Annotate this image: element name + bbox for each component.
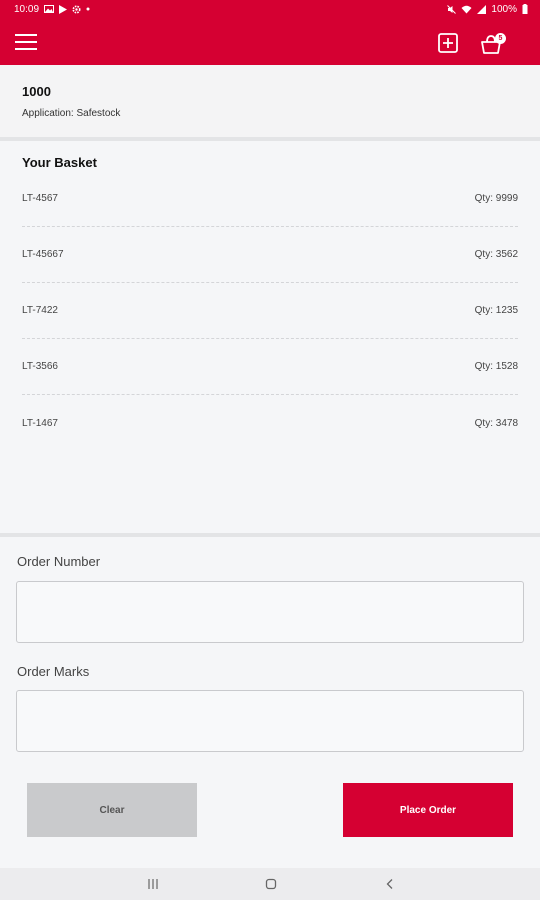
item-qty: Qty: 3562 [474, 249, 518, 260]
recents-icon[interactable] [143, 876, 163, 892]
basket-item[interactable]: LT-45667 Qty: 3562 [22, 227, 518, 283]
status-time: 10:09 [14, 3, 40, 15]
basket-item[interactable]: LT-1467 Qty: 3478 [22, 395, 518, 451]
settings-icon [72, 4, 81, 14]
mute-icon [447, 4, 457, 14]
menu-icon[interactable] [15, 32, 39, 52]
item-code: LT-3566 [22, 361, 58, 372]
battery-percent: 100% [491, 3, 517, 15]
item-qty: Qty: 1528 [474, 361, 518, 372]
basket-item[interactable]: LT-4567 Qty: 9999 [22, 171, 518, 227]
item-code: LT-4567 [22, 193, 58, 204]
order-number-label: Order Number [17, 554, 101, 569]
place-order-button[interactable]: Place Order [343, 783, 513, 837]
header-subtitle: Application: Safestock [22, 108, 121, 119]
basket-list: LT-4567 Qty: 9999 LT-45667 Qty: 3562 LT-… [22, 171, 518, 451]
clear-button[interactable]: Clear [27, 783, 197, 837]
status-bar: 10:09 100% [0, 0, 540, 18]
dot-icon [86, 7, 90, 11]
app-bar: 5 [0, 18, 540, 65]
cart-icon[interactable]: 5 [480, 31, 506, 55]
add-box-icon[interactable] [438, 33, 458, 53]
item-code: LT-7422 [22, 305, 58, 316]
item-qty: Qty: 3478 [474, 417, 518, 429]
gallery-icon [44, 5, 55, 13]
play-store-icon [59, 4, 68, 14]
system-nav-bar [0, 868, 540, 900]
order-header: 1000 Application: Safestock [0, 65, 540, 137]
basket-section: Your Basket LT-4567 Qty: 9999 LT-45667 Q… [0, 141, 540, 533]
cart-badge: 5 [495, 33, 506, 44]
item-code: LT-45667 [22, 249, 64, 260]
order-marks-field[interactable] [16, 690, 524, 752]
status-right: 100% [447, 4, 528, 15]
signal-icon [477, 4, 487, 14]
order-marks-label: Order Marks [17, 664, 90, 679]
item-code: LT-1467 [22, 417, 58, 429]
home-icon[interactable] [261, 876, 281, 892]
item-qty: Qty: 1235 [474, 305, 518, 316]
basket-item[interactable]: LT-3566 Qty: 1528 [22, 339, 518, 395]
battery-icon [522, 4, 528, 14]
item-qty: Qty: 9999 [474, 193, 518, 204]
status-left: 10:09 [14, 4, 90, 15]
order-number-field[interactable] [16, 581, 524, 643]
back-icon[interactable] [380, 876, 400, 892]
wifi-icon [461, 5, 472, 13]
basket-item[interactable]: LT-7422 Qty: 1235 [22, 283, 518, 339]
header-title: 1000 [22, 84, 51, 99]
basket-title: Your Basket [22, 155, 97, 170]
